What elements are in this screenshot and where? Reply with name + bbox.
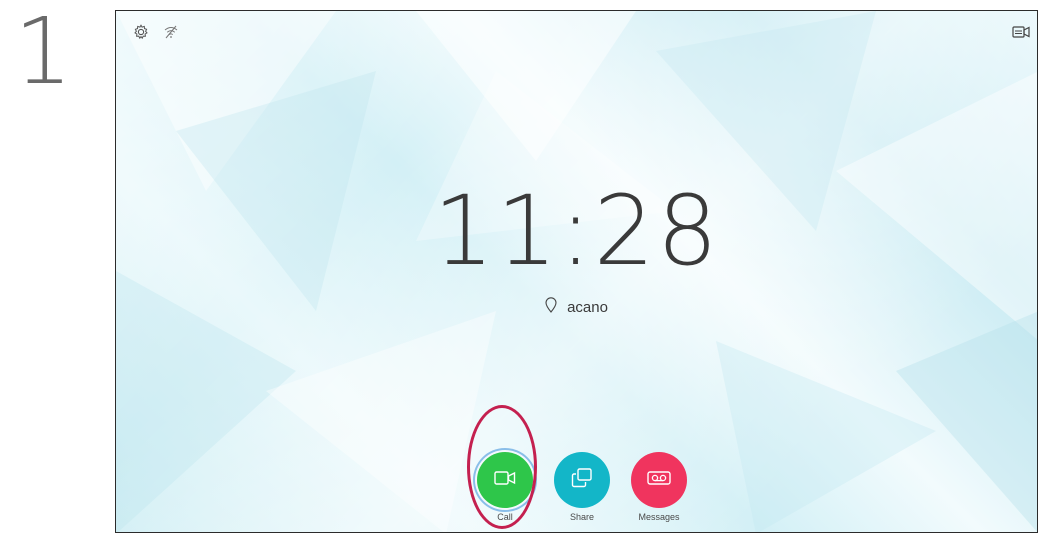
call-button[interactable] — [477, 452, 533, 508]
share-button[interactable] — [554, 452, 610, 508]
voicemail-icon — [647, 470, 671, 491]
location-row: acano — [116, 297, 1037, 317]
location-name: acano — [567, 298, 608, 316]
wifi-off-icon — [162, 23, 180, 41]
clock-display: 11:28 — [433, 175, 720, 287]
messages-button[interactable] — [631, 452, 687, 508]
gear-icon[interactable] — [132, 23, 150, 41]
device-screen: 11:28 acano Call Share Messages — [115, 10, 1038, 533]
location-pin-icon — [545, 297, 557, 317]
step-number: 1 — [14, 0, 73, 105]
video-selfview-icon[interactable] — [1012, 23, 1030, 41]
messages-label: Messages — [638, 512, 680, 522]
share-screens-icon — [571, 467, 593, 493]
video-camera-icon — [494, 470, 516, 491]
